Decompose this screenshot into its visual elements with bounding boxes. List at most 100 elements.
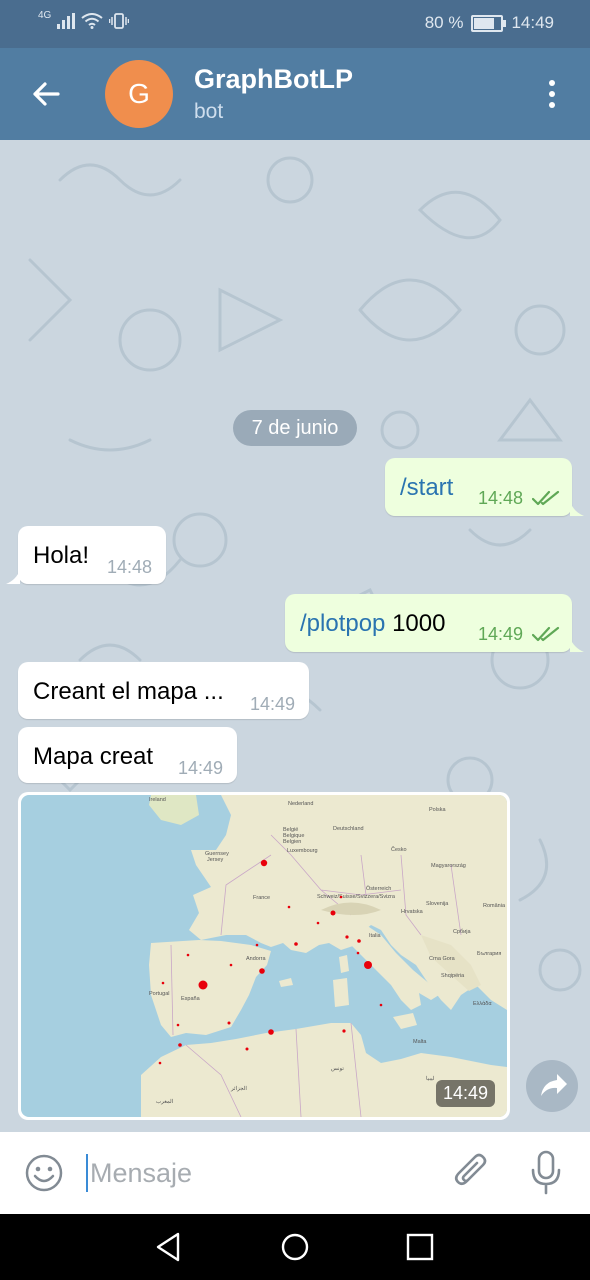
- system-nav-bar: [0, 1214, 590, 1280]
- city-dot: [345, 935, 349, 939]
- avatar[interactable]: G: [105, 60, 173, 128]
- nav-back-icon[interactable]: [152, 1230, 186, 1264]
- map-label: Malta: [413, 1039, 427, 1045]
- city-dot: [339, 895, 343, 899]
- message-image[interactable]: Ireland Nederland Deutschland België Bel…: [18, 792, 510, 1120]
- city-dot: [259, 968, 265, 974]
- map-label: Portugal: [149, 991, 170, 997]
- map-label: Србија: [453, 929, 471, 935]
- command-argument: 1000: [392, 610, 446, 637]
- chat-area[interactable]: 7 de junio /start 14:48 Hola! 14:48 /plo…: [0, 140, 590, 1132]
- map-label: Česko: [391, 846, 407, 853]
- city-dot: [342, 1029, 346, 1033]
- back-arrow-icon[interactable]: [28, 76, 64, 112]
- map-label: Belgien: [283, 839, 301, 845]
- city-dot: [176, 1023, 180, 1027]
- status-time: 14:49: [511, 13, 554, 32]
- status-right: 80 % 14:49: [425, 13, 554, 33]
- city-dot: [356, 951, 360, 955]
- map-label: Polska: [429, 807, 446, 813]
- message-incoming[interactable]: Creant el mapa ... 14:49: [18, 662, 309, 719]
- map-label: Ελλάδα: [473, 1000, 492, 1007]
- message-time: 14:49: [178, 758, 224, 778]
- bubble-tail: [570, 638, 584, 652]
- message-input[interactable]: Mensaje: [90, 1158, 192, 1189]
- text-cursor: [86, 1154, 88, 1192]
- message-text: /plotpop 1000: [300, 610, 445, 638]
- city-dot: [268, 1029, 274, 1035]
- map-label: Deutschland: [333, 826, 364, 832]
- city-dot: [229, 963, 233, 967]
- map-label: România: [483, 903, 506, 909]
- message-text: Creant el mapa ...: [33, 678, 224, 705]
- map-label: Schweiz/Suisse/Svizzera/Svizra: [317, 894, 396, 900]
- map-label: ليبيا: [426, 1075, 435, 1082]
- message-time: 14:48: [478, 488, 524, 508]
- more-vert-icon[interactable]: [542, 78, 562, 110]
- nav-recents-icon[interactable]: [403, 1230, 437, 1264]
- map-label: България: [477, 951, 501, 957]
- map-label: France: [253, 895, 270, 901]
- map-label: Andorra: [246, 956, 267, 962]
- status-bar: 4G 80 % 14:49: [0, 0, 590, 48]
- city-dot: [294, 942, 298, 946]
- map-label: Nederland: [288, 801, 313, 807]
- map-label: Hrvatska: [401, 909, 424, 915]
- message-outgoing[interactable]: /start 14:48: [385, 458, 572, 516]
- battery-icon: [471, 14, 507, 32]
- city-dot: [330, 910, 336, 916]
- city-dot: [161, 981, 165, 985]
- city-dot: [245, 1047, 249, 1051]
- city-dot: [178, 1043, 182, 1047]
- city-dot: [287, 905, 291, 909]
- nav-home-icon[interactable]: [278, 1230, 312, 1264]
- avatar-letter: G: [128, 78, 150, 109]
- map-label: تونس: [331, 1066, 344, 1072]
- wifi-icon: [81, 13, 103, 29]
- message-outgoing[interactable]: /plotpop 1000 14:49: [285, 594, 572, 652]
- bubble-tail: [6, 570, 20, 584]
- population-map[interactable]: Ireland Nederland Deutschland België Bel…: [21, 795, 507, 1117]
- double-check-icon: [532, 490, 560, 506]
- chat-title[interactable]: GraphBotLP: [194, 64, 353, 95]
- emoji-icon[interactable]: [24, 1153, 64, 1193]
- bubble-tail: [570, 502, 584, 516]
- city-dot: [255, 943, 259, 947]
- double-check-icon: [532, 626, 560, 642]
- city-dot: [316, 921, 320, 925]
- map-label: Luxembourg: [287, 848, 318, 854]
- city-dot: [260, 859, 268, 867]
- message-text: Hola!: [33, 542, 90, 569]
- message-time: 14:49: [435, 1080, 495, 1107]
- map-label: Shqipëria: [441, 973, 465, 979]
- chat-subtitle: bot: [194, 100, 224, 123]
- message-time: 14:48: [107, 557, 153, 577]
- message-time: 14:49: [250, 694, 296, 714]
- map-label: الجزائر: [230, 1085, 247, 1092]
- map-label: Jersey: [207, 857, 223, 863]
- network-label: 4G: [38, 9, 52, 21]
- city-dot: [198, 980, 208, 990]
- message-input-bar: Mensaje: [0, 1132, 590, 1214]
- message-time: 14:49: [478, 624, 524, 644]
- share-button[interactable]: [526, 1060, 578, 1112]
- battery-percent: 80 %: [424, 13, 464, 32]
- map-image: Ireland Nederland Deutschland België Bel…: [21, 795, 507, 1117]
- map-label: Italia: [369, 933, 382, 939]
- mic-icon[interactable]: [529, 1150, 563, 1196]
- map-label: Ireland: [149, 797, 166, 803]
- command-link[interactable]: /plotpop: [300, 610, 385, 637]
- share-icon: [541, 1074, 567, 1096]
- command-link[interactable]: /start: [400, 474, 453, 501]
- status-left: 4G: [38, 9, 130, 29]
- message-text: Mapa creat: [33, 743, 154, 770]
- city-dot: [364, 961, 372, 969]
- map-label: المغرب: [156, 1098, 174, 1105]
- map-label: Österreich: [366, 885, 391, 892]
- message-incoming[interactable]: Hola! 14:48: [18, 526, 166, 584]
- city-dot: [379, 1003, 383, 1007]
- city-dot: [186, 953, 190, 957]
- map-label: Magyarország: [431, 863, 466, 869]
- message-incoming[interactable]: Mapa creat 14:49: [18, 727, 237, 783]
- attach-icon[interactable]: [452, 1152, 492, 1194]
